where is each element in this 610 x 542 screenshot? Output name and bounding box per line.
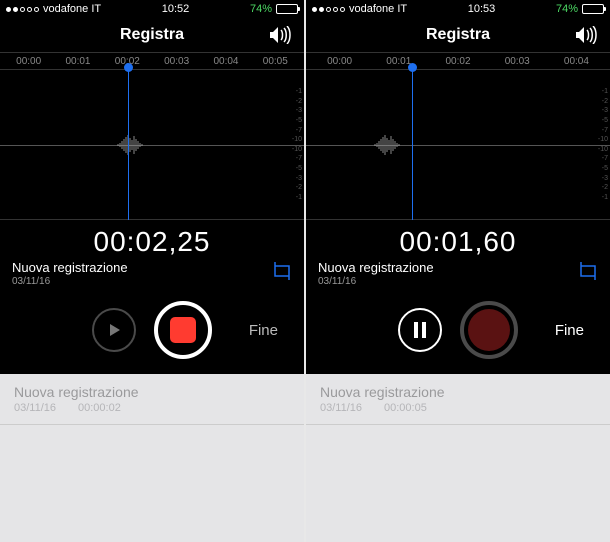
list-item[interactable]: Nuova registrazione 03/11/16 00:00:05 <box>306 374 610 425</box>
battery-percent: 74% <box>250 3 272 15</box>
recordings-list[interactable]: Nuova registrazione 03/11/16 00:00:05 <box>306 374 610 542</box>
list-item-duration: 00:00:02 <box>78 402 121 414</box>
recording-title: Nuova registrazione <box>318 260 434 275</box>
timer: 00:01,60 <box>318 226 598 258</box>
waveform-audio <box>373 130 413 160</box>
list-item[interactable]: Nuova registrazione 03/11/16 00:00:02 <box>0 374 304 425</box>
phone-left: vodafone IT 10:52 74% Registra 00:00 00:… <box>0 0 304 542</box>
status-left: vodafone IT <box>312 3 407 15</box>
record-button[interactable] <box>460 301 518 359</box>
page-title: Registra <box>426 26 490 44</box>
stop-icon <box>170 317 196 343</box>
db-scale: -1-2-3-5-7-10-10-7-5-3-2-1 <box>598 88 608 201</box>
clock: 10:53 <box>468 3 496 15</box>
status-left: vodafone IT <box>6 3 101 15</box>
battery-percent: 74% <box>556 3 578 15</box>
list-item-title: Nuova registrazione <box>320 384 596 400</box>
controls-row: Fine <box>0 286 304 374</box>
record-stop-button[interactable] <box>154 301 212 359</box>
list-item-duration: 00:00:05 <box>384 402 427 414</box>
done-button[interactable]: Fine <box>555 322 584 339</box>
timeline-ruler: 00:00 00:01 00:02 00:03 00:04 00:05 <box>0 52 304 70</box>
pause-button[interactable] <box>398 308 442 352</box>
phone-right: vodafone IT 10:53 74% Registra 00:00 00:… <box>306 0 610 542</box>
timer: 00:02,25 <box>12 226 292 258</box>
battery-icon <box>582 4 604 14</box>
trim-icon[interactable] <box>272 261 292 286</box>
carrier-label: vodafone IT <box>43 3 101 15</box>
signal-dots <box>6 7 39 12</box>
signal-dots <box>312 7 345 12</box>
waveform-baseline <box>306 145 610 146</box>
recording-title: Nuova registrazione <box>12 260 128 275</box>
db-scale: -1-2-3-5-7-10-10-7-5-3-2-1 <box>292 88 302 201</box>
waveform-audio <box>116 130 156 160</box>
list-item-title: Nuova registrazione <box>14 384 290 400</box>
trim-icon[interactable] <box>578 261 598 286</box>
status-bar: vodafone IT 10:52 74% <box>0 0 304 18</box>
nav-bar: Registra <box>306 18 610 52</box>
status-right: 74% <box>250 3 298 15</box>
speaker-icon[interactable] <box>576 26 598 49</box>
list-item-date: 03/11/16 <box>320 402 362 414</box>
waveform-area[interactable]: -1-2-3-5-7-10-10-7-5-3-2-1 <box>306 70 610 220</box>
battery-icon <box>276 4 298 14</box>
waveform-area[interactable]: -1-2-3-5-7-10-10-7-5-3-2-1 <box>0 70 304 220</box>
recording-info: 00:02,25 Nuova registrazione 03/11/16 <box>0 220 304 286</box>
carrier-label: vodafone IT <box>349 3 407 15</box>
timeline-ruler: 00:00 00:01 00:02 00:03 00:04 <box>306 52 610 70</box>
status-bar: vodafone IT 10:53 74% <box>306 0 610 18</box>
clock: 10:52 <box>162 3 190 15</box>
done-button[interactable]: Fine <box>249 322 278 339</box>
playhead[interactable] <box>128 67 129 227</box>
speaker-icon[interactable] <box>270 26 292 49</box>
playhead[interactable] <box>412 67 413 227</box>
recording-info: 00:01,60 Nuova registrazione 03/11/16 <box>306 220 610 286</box>
play-button[interactable] <box>92 308 136 352</box>
page-title: Registra <box>120 26 184 44</box>
status-right: 74% <box>556 3 604 15</box>
nav-bar: Registra <box>0 18 304 52</box>
recordings-list[interactable]: Nuova registrazione 03/11/16 00:00:02 <box>0 374 304 542</box>
controls-row: Fine <box>306 286 610 374</box>
record-icon <box>468 309 510 351</box>
list-item-date: 03/11/16 <box>14 402 56 414</box>
